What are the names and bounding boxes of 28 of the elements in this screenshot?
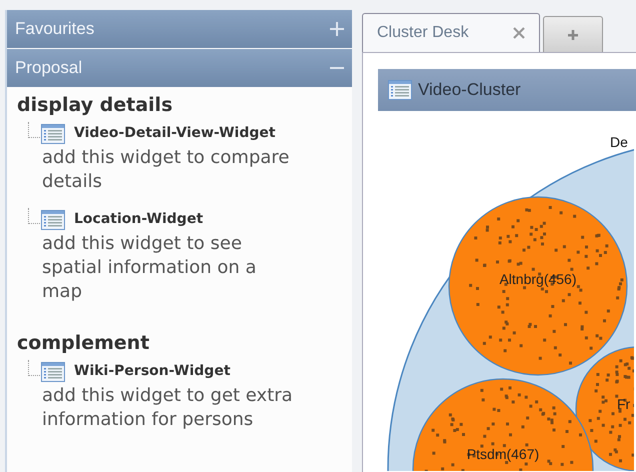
tree-line [28,360,40,376]
panel-title: Video-Cluster [418,79,521,102]
list-icon [41,362,65,382]
expand-icon [330,22,344,36]
accordion-title: Favourites [15,18,94,40]
widget-item[interactable]: Location-Widget [41,209,204,230]
cluster-bubble[interactable] [448,196,628,376]
accordion-title: Proposal [15,57,82,80]
widget-description: add this widget to see spatial information on a map [42,232,258,304]
list-icon [388,80,412,100]
list-icon [41,124,65,144]
plus-icon [568,30,578,40]
cluster-label: Altnbrg(456) [499,271,577,287]
tab[interactable]: Cluster Desk [362,13,540,52]
tree-line [28,122,40,138]
widget-item[interactable]: Video-Detail-View-Widget [41,123,276,144]
list-icon [41,210,65,230]
tree-line [28,208,40,224]
group-heading: display details [17,93,174,118]
cluster-label: Fr [617,396,630,412]
widget-description: add this widget to compare details [42,146,290,194]
tab-label: Cluster Desk [377,23,469,43]
group-heading: complement [17,331,150,356]
cluster-label: Ptsdm(467) [466,446,540,462]
widget-item[interactable]: Wiki-Person-Widget [41,361,230,382]
widget-description: add this widget to get extra information for persons [42,384,294,432]
close-icon[interactable] [513,27,525,39]
cluster-label: De [610,134,628,150]
